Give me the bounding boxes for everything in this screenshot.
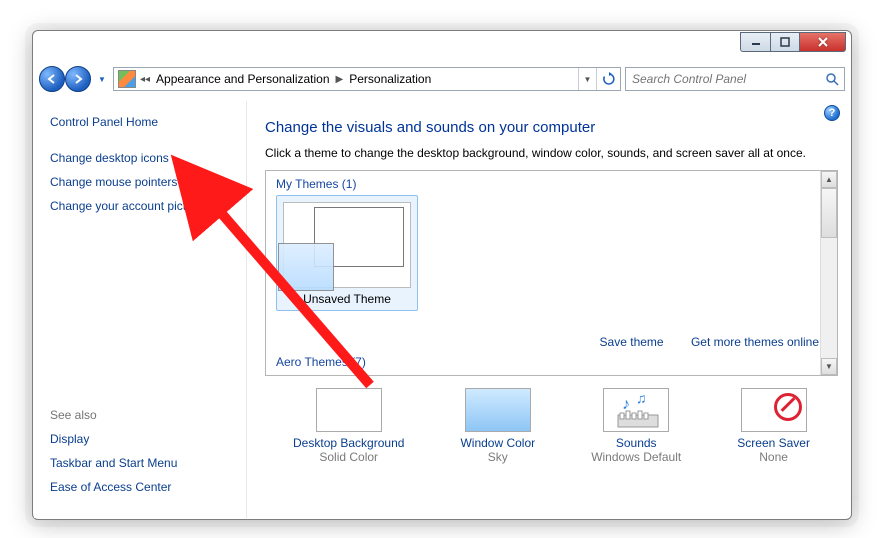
save-theme-link[interactable]: Save theme <box>600 335 664 349</box>
theme-thumbnail <box>283 202 411 288</box>
see-also-header: See also <box>50 408 177 422</box>
window-controls <box>740 32 846 52</box>
theme-name: Unsaved Theme <box>283 292 411 306</box>
desktop-background-icon <box>316 388 382 432</box>
nav-history-dropdown[interactable]: ▼ <box>95 68 109 90</box>
sounds-label: Sounds <box>591 436 681 450</box>
scroll-down-button[interactable]: ▼ <box>821 358 837 375</box>
see-also-taskbar[interactable]: Taskbar and Start Menu <box>50 456 177 470</box>
control-panel-icon <box>118 70 136 88</box>
navigation-bar: ▼ ◂◂ Appearance and Personalization ▶ Pe… <box>39 65 845 93</box>
get-more-themes-link[interactable]: Get more themes online <box>691 335 819 349</box>
screen-saver-label: Screen Saver <box>737 436 810 450</box>
see-also-display[interactable]: Display <box>50 432 177 446</box>
sounds-value: Windows Default <box>591 450 681 464</box>
window-color-icon <box>465 388 531 432</box>
theme-unsaved[interactable]: Unsaved Theme <box>276 195 418 311</box>
window-color-item[interactable]: Window Color Sky <box>460 388 535 464</box>
desktop-background-item[interactable]: Desktop Background Solid Color <box>293 388 404 464</box>
sounds-item[interactable]: ♪♫ Sounds Windows Default <box>591 388 681 464</box>
task-change-desktop-icons[interactable]: Change desktop icons <box>50 151 234 165</box>
scroll-up-button[interactable]: ▲ <box>821 171 837 188</box>
minimize-button[interactable] <box>740 32 770 52</box>
address-bar[interactable]: ◂◂ Appearance and Personalization ▶ Pers… <box>113 67 621 91</box>
control-panel-home-link[interactable]: Control Panel Home <box>50 115 234 129</box>
main-content: ? Change the visuals and sounds on your … <box>246 101 850 518</box>
search-box[interactable] <box>625 67 845 91</box>
personalization-window: ▼ ◂◂ Appearance and Personalization ▶ Pe… <box>32 30 852 520</box>
back-button[interactable] <box>39 66 65 92</box>
my-themes-label: My Themes (1) <box>276 177 827 191</box>
breadcrumb-chevron-icon: ▶ <box>334 74 346 85</box>
see-also-ease-of-access[interactable]: Ease of Access Center <box>50 480 177 494</box>
screen-saver-value: None <box>737 450 810 464</box>
search-icon[interactable] <box>820 68 844 90</box>
aero-themes-label: Aero Themes (7) <box>276 355 366 369</box>
svg-text:♫: ♫ <box>636 390 647 406</box>
window-color-value: Sky <box>460 450 535 464</box>
breadcrumb-appearance[interactable]: Appearance and Personalization <box>152 68 333 90</box>
forward-button[interactable] <box>65 66 91 92</box>
desktop-background-label: Desktop Background <box>293 436 404 450</box>
desktop-background-value: Solid Color <box>293 450 404 464</box>
screen-saver-item[interactable]: Screen Saver None <box>737 388 810 464</box>
address-dropdown[interactable]: ▼ <box>578 68 596 90</box>
settings-row: Desktop Background Solid Color Window Co… <box>265 388 838 464</box>
scroll-thumb[interactable] <box>821 188 837 238</box>
window-color-label: Window Color <box>460 436 535 450</box>
themes-list: My Themes (1) Unsaved Theme Save theme G… <box>265 170 838 376</box>
task-change-mouse-pointers[interactable]: Change mouse pointers <box>50 175 234 189</box>
page-subtitle: Click a theme to change the desktop back… <box>265 146 838 160</box>
sidebar: Control Panel Home Change desktop icons … <box>34 101 246 518</box>
close-button[interactable] <box>800 32 846 52</box>
scroll-track[interactable] <box>821 238 837 358</box>
themes-scrollbar[interactable]: ▲ ▼ <box>820 171 837 375</box>
sounds-icon: ♪♫ <box>603 388 669 432</box>
refresh-button[interactable] <box>596 68 620 90</box>
maximize-button[interactable] <box>770 32 800 52</box>
page-heading: Change the visuals and sounds on your co… <box>265 119 838 136</box>
breadcrumb-personalization[interactable]: Personalization <box>345 68 435 90</box>
search-input[interactable] <box>626 72 820 86</box>
svg-text:♪: ♪ <box>622 396 630 413</box>
screen-saver-icon <box>741 388 807 432</box>
breadcrumb-chevron-icon: ◂◂ <box>138 74 152 85</box>
help-icon[interactable]: ? <box>824 105 840 121</box>
task-change-account-picture[interactable]: Change your account picture <box>50 199 234 213</box>
